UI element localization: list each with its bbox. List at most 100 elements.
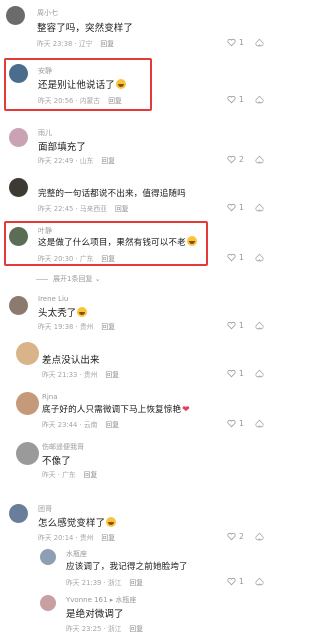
avatar[interactable]	[9, 296, 28, 315]
comment-text: 不像了	[42, 456, 71, 467]
heart-outline-icon	[227, 203, 236, 212]
comment-text: 完整的一句话都说不出来，值得追随吗	[38, 189, 186, 199]
comment-author[interactable]: 安静	[38, 66, 52, 76]
reply-button[interactable]: 回复	[101, 255, 115, 263]
avatar[interactable]	[9, 227, 28, 246]
comment-meta: 昨天 22:49 · 山东 回复	[38, 157, 116, 165]
reply-author[interactable]: 水瓶座	[66, 549, 87, 559]
like-button[interactable]: 1	[227, 419, 244, 428]
avatar[interactable]	[9, 64, 28, 83]
comment-item: 叶静 这是做了什么项目，果然有钱可以不老 昨天 20:30 · 广东 回复 1	[0, 221, 274, 267]
divider	[36, 278, 48, 280]
heart-outline-icon	[227, 95, 236, 104]
like-button[interactable]: 1	[227, 203, 244, 212]
dislike-icon[interactable]	[255, 155, 264, 164]
dislike-icon[interactable]	[255, 38, 264, 47]
dislike-icon[interactable]	[255, 253, 264, 262]
comment-item: 周小七 整容了吗，突然变样了 昨天 23:38 · 辽宁 回复 1	[0, 0, 274, 52]
avatar[interactable]	[9, 178, 28, 197]
heart-emoji-icon: ❤	[182, 405, 190, 415]
reply-item: 水瓶座 应该调了，我记得之前她脸垮了 昨天 21:39 · 浙江 回复 1	[0, 546, 274, 592]
comment-item: 伤邮遥便我哥 不像了 昨天 · 广东 回复	[0, 438, 274, 488]
comment-item: 安静 还是别让他说话了 昨天 20:56 · 内蒙古 回复 1	[0, 58, 274, 113]
dislike-icon[interactable]	[255, 577, 264, 586]
comment-meta: 昨天 21:33 · 贵州 回复	[42, 371, 120, 379]
avatar[interactable]	[16, 342, 39, 365]
laughing-emoji-icon	[115, 79, 126, 89]
dislike-icon[interactable]	[255, 369, 264, 378]
comment-item: 完整的一句话都说不出来，值得追随吗 昨天 22:45 · 马来西亚 回复 1	[0, 172, 274, 218]
comment-item: 底子好的人只需微调下马上恢复惊艳❤ 昨天 23:44 · 云南 回复 1 Rjna	[0, 388, 274, 434]
reply-button[interactable]: 回复	[101, 534, 115, 542]
reply-button[interactable]: 回复	[101, 157, 115, 165]
reply-button[interactable]: 回复	[100, 40, 114, 48]
comment-author[interactable]: 叶静	[38, 226, 52, 236]
avatar[interactable]	[40, 595, 56, 611]
like-button[interactable]: 1	[227, 369, 244, 378]
like-button[interactable]: 2	[227, 155, 244, 164]
heart-outline-icon	[227, 321, 236, 330]
comment-item: 团哥 怎么感觉变样了 昨天 20:14 · 贵州 回复 2	[0, 498, 274, 546]
dislike-icon[interactable]	[255, 532, 264, 541]
dislike-icon[interactable]	[255, 419, 264, 428]
comment-author[interactable]: Rjna	[42, 393, 58, 401]
like-button[interactable]: 2	[227, 532, 244, 541]
comment-text: 头太秃了	[38, 305, 88, 319]
comment-text: 怎么感觉变样了	[38, 515, 117, 529]
expand-replies-button[interactable]: 展开1条回复 ⌄	[36, 274, 101, 284]
reply-button[interactable]: 回复	[84, 471, 98, 479]
reply-button[interactable]: 回复	[105, 421, 119, 429]
reply-button[interactable]: 回复	[108, 97, 122, 105]
avatar[interactable]	[16, 392, 39, 415]
comment-text: 差点没认出来	[42, 355, 100, 366]
reply-author[interactable]: Yvonne 161 ▸ 水瓶座	[66, 595, 136, 605]
comment-text: 面部填充了	[38, 142, 87, 153]
comment-author[interactable]: 伤邮遥便我哥	[42, 442, 84, 452]
reply-meta: 昨天 21:39 · 浙江 回复	[66, 579, 144, 587]
comment-author[interactable]: 雨儿	[38, 128, 52, 138]
comment-meta: 昨天 20:56 · 内蒙古 回复	[38, 97, 122, 105]
heart-outline-icon	[227, 369, 236, 378]
laughing-emoji-icon	[77, 307, 88, 317]
grin-emoji-icon	[186, 236, 197, 246]
avatar[interactable]	[40, 549, 56, 565]
reply-text: 是绝对微调了	[66, 609, 124, 620]
heart-outline-icon	[227, 532, 236, 541]
reply-button[interactable]: 回复	[105, 371, 119, 379]
comment-text: 还是别让他说话了	[38, 77, 126, 91]
avatar[interactable]	[9, 128, 28, 147]
heart-outline-icon	[227, 38, 236, 47]
comment-meta: 昨天 22:45 · 马来西亚 回复	[38, 205, 129, 213]
comment-text: 这是做了什么项目，果然有钱可以不老	[38, 236, 197, 248]
reply-button[interactable]: 回复	[115, 205, 129, 213]
comment-meta: 昨天 20:30 · 广东 回复	[38, 255, 116, 263]
comment-item: 差点没认出来 昨天 21:33 · 贵州 回复 1	[0, 338, 274, 384]
reply-meta: 昨天 23:25 · 浙江 回复	[66, 625, 144, 633]
comment-meta: 昨天 · 广东 回复	[42, 471, 98, 479]
reply-button[interactable]: 回复	[129, 625, 143, 633]
like-button[interactable]: 1	[227, 253, 244, 262]
comment-author[interactable]: Irene Liu	[38, 295, 68, 303]
chevron-down-icon: ⌄	[92, 275, 101, 283]
like-button[interactable]: 1	[227, 38, 244, 47]
comment-meta: 昨天 20:14 · 贵州 回复	[38, 534, 116, 542]
like-button[interactable]: 1	[227, 321, 244, 330]
dislike-icon[interactable]	[255, 203, 264, 212]
comment-author[interactable]: 周小七	[37, 8, 58, 18]
dislike-icon[interactable]	[255, 321, 264, 330]
reply-button[interactable]: 回复	[101, 323, 115, 331]
comment-meta: 昨天 19:38 · 贵州 回复	[38, 323, 116, 331]
avatar[interactable]	[9, 504, 28, 523]
like-button[interactable]: 1	[227, 95, 244, 104]
reply-item: Yvonne 161 ▸ 水瓶座 是绝对微调了 昨天 23:25 · 浙江 回复	[0, 592, 274, 640]
grin-emoji-icon	[106, 517, 117, 527]
comment-text: 整容了吗，突然变样了	[37, 23, 134, 34]
comment-author[interactable]: 团哥	[38, 504, 52, 514]
avatar[interactable]	[6, 6, 25, 25]
reply-button[interactable]: 回复	[129, 579, 143, 587]
comment-meta: 昨天 23:44 · 云南 回复	[42, 421, 120, 429]
dislike-icon[interactable]	[255, 95, 264, 104]
like-button[interactable]: 1	[227, 577, 244, 586]
heart-outline-icon	[227, 253, 236, 262]
avatar[interactable]	[16, 442, 39, 465]
